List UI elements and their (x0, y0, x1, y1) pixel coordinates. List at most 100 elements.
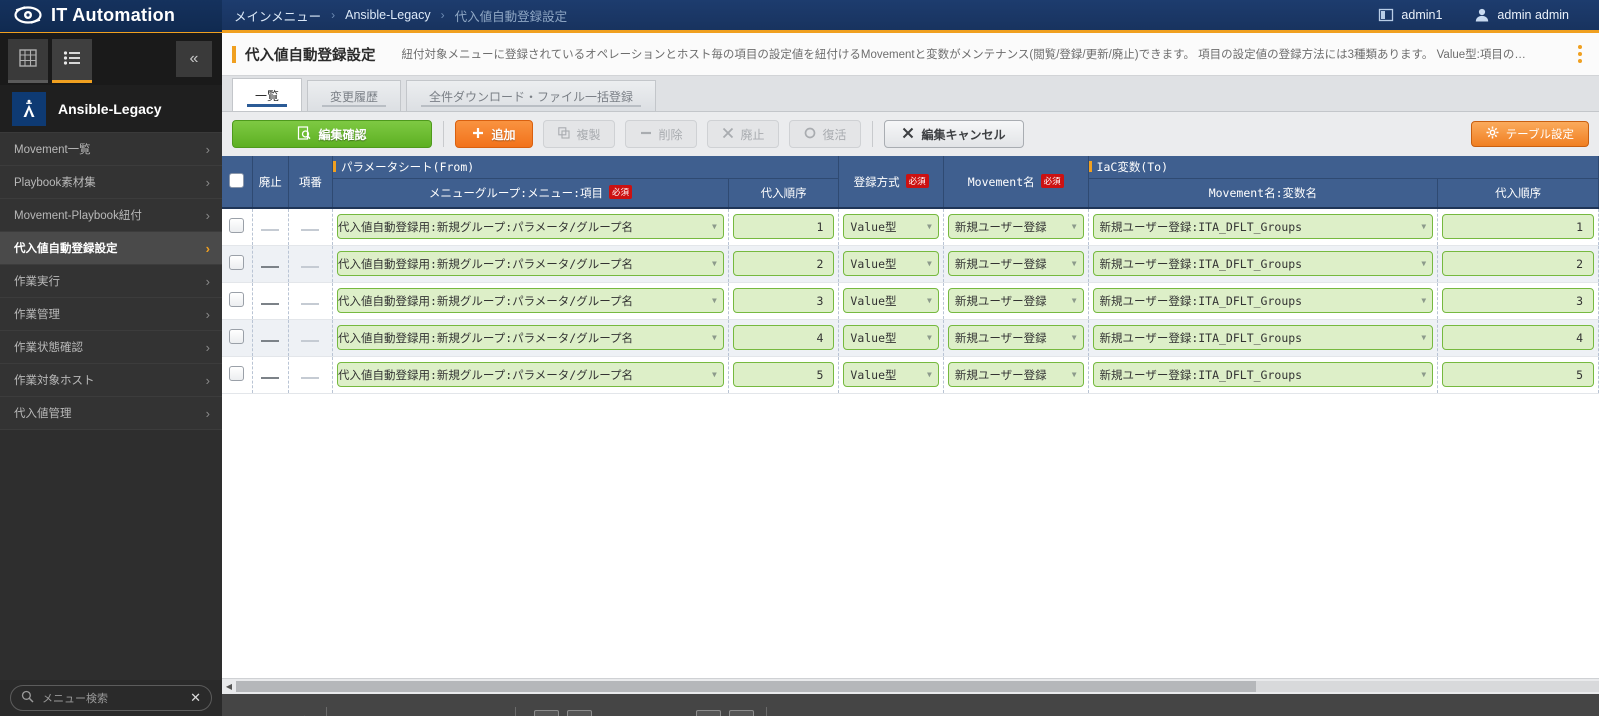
discard-button[interactable]: 廃止 (707, 120, 779, 148)
table-row[interactable]: 代入値自動登録用:新規グループ:パラメータ/グループ名 ▼ 1 Value型 ▼ (222, 208, 1599, 245)
row-registration-method-cell[interactable]: Value型 ▼ (839, 282, 943, 319)
row-movement-name-cell[interactable]: 新規ユーザー登録 ▼ (943, 245, 1088, 282)
row-assign-order-from-cell[interactable]: 5 (728, 356, 839, 393)
row-checkbox[interactable] (229, 292, 244, 307)
row-movement-variable-cell[interactable]: 新規ユーザー登録:ITA_DFLT_Groups ▼ (1088, 356, 1438, 393)
table-settings-button[interactable]: テーブル設定 (1471, 121, 1589, 147)
registration-method-select[interactable]: Value型 ▼ (843, 288, 938, 313)
assign-order-to-input[interactable]: 3 (1442, 288, 1594, 313)
row-checkbox[interactable] (229, 329, 244, 344)
add-button[interactable]: 追加 (455, 120, 533, 148)
row-assign-order-to-cell[interactable]: 1 (1438, 208, 1599, 245)
row-assign-order-from-cell[interactable]: 3 (728, 282, 839, 319)
row-assign-order-to-cell[interactable]: 4 (1438, 319, 1599, 356)
close-icon[interactable]: ✕ (190, 690, 201, 706)
movement-variable-select[interactable]: 新規ユーザー登録:ITA_DFLT_Groups ▼ (1093, 214, 1434, 239)
menu-item-select[interactable]: 代入値自動登録用:新規グループ:パラメータ/グループ名 ▼ (337, 214, 724, 239)
page-first-icon[interactable]: ⏮ (534, 710, 559, 716)
registration-method-select[interactable]: Value型 ▼ (843, 325, 938, 350)
table-row[interactable]: 代入値自動登録用:新規グループ:パラメータ/グループ名 ▼ 3 Value型 ▼ (222, 282, 1599, 319)
movement-variable-select[interactable]: 新規ユーザー登録:ITA_DFLT_Groups ▼ (1093, 362, 1434, 387)
row-movement-variable-cell[interactable]: 新規ユーザー登録:ITA_DFLT_Groups ▼ (1088, 245, 1438, 282)
sidebar-item-substitution-auto-register[interactable]: 代入値自動登録設定 › (0, 232, 222, 265)
row-movement-variable-cell[interactable]: 新規ユーザー登録:ITA_DFLT_Groups ▼ (1088, 208, 1438, 245)
workspace-menu[interactable]: admin1 (1362, 0, 1458, 32)
row-assign-order-to-cell[interactable]: 2 (1438, 245, 1599, 282)
registration-method-select[interactable]: Value型 ▼ (843, 251, 938, 276)
sidebar-tab-list-view[interactable] (52, 39, 92, 83)
brand-area[interactable]: IT Automation (0, 0, 222, 32)
sidebar-item-substitution-management[interactable]: 代入値管理 › (0, 397, 222, 430)
assign-order-to-input[interactable]: 2 (1442, 251, 1594, 276)
row-checkbox-cell[interactable] (222, 208, 252, 245)
row-checkbox[interactable] (229, 366, 244, 381)
assign-order-from-input[interactable]: 2 (733, 251, 835, 276)
movement-name-select[interactable]: 新規ユーザー登録 ▼ (948, 214, 1084, 239)
row-checkbox-cell[interactable] (222, 245, 252, 282)
row-checkbox[interactable] (229, 255, 244, 270)
movement-variable-select[interactable]: 新規ユーザー登録:ITA_DFLT_Groups ▼ (1093, 325, 1434, 350)
sidebar-item-job-execution[interactable]: 作業実行 › (0, 265, 222, 298)
movement-name-select[interactable]: 新規ユーザー登録 ▼ (948, 251, 1084, 276)
sidebar-tab-grid-view[interactable] (8, 39, 48, 83)
assign-order-to-input[interactable]: 1 (1442, 214, 1594, 239)
row-menu-item-cell[interactable]: 代入値自動登録用:新規グループ:パラメータ/グループ名 ▼ (333, 208, 729, 245)
assign-order-from-input[interactable]: 4 (733, 325, 835, 350)
header-select-all[interactable] (222, 156, 252, 208)
tab-list[interactable]: 一覧 (232, 78, 302, 111)
movement-name-select[interactable]: 新規ユーザー登録 ▼ (948, 288, 1084, 313)
assign-order-to-input[interactable]: 5 (1442, 362, 1594, 387)
duplicate-button[interactable]: 複製 (543, 120, 615, 148)
scrollbar-thumb[interactable] (236, 681, 1256, 692)
edit-confirm-button[interactable]: 編集確認 (232, 120, 432, 148)
scroll-left-arrow-icon[interactable]: ◀ (222, 680, 236, 694)
movement-name-select[interactable]: 新規ユーザー登録 ▼ (948, 325, 1084, 350)
menu-item-select[interactable]: 代入値自動登録用:新規グループ:パラメータ/グループ名 ▼ (337, 288, 724, 313)
assign-order-from-input[interactable]: 3 (733, 288, 835, 313)
row-assign-order-from-cell[interactable]: 1 (728, 208, 839, 245)
table-row[interactable]: 代入値自動登録用:新規グループ:パラメータ/グループ名 ▼ 4 Value型 ▼ (222, 319, 1599, 356)
registration-method-select[interactable]: Value型 ▼ (843, 362, 938, 387)
sidebar-item-movement-playbook-link[interactable]: Movement-Playbook紐付 › (0, 199, 222, 232)
sidebar-item-movement-list[interactable]: Movement一覧 › (0, 133, 222, 166)
row-checkbox-cell[interactable] (222, 319, 252, 356)
movement-name-select[interactable]: 新規ユーザー登録 ▼ (948, 362, 1084, 387)
row-menu-item-cell[interactable]: 代入値自動登録用:新規グループ:パラメータ/グループ名 ▼ (333, 319, 729, 356)
row-movement-name-cell[interactable]: 新規ユーザー登録 ▼ (943, 319, 1088, 356)
assign-order-to-input[interactable]: 4 (1442, 325, 1594, 350)
cancel-edit-button[interactable]: 編集キャンセル (884, 120, 1024, 148)
row-assign-order-from-cell[interactable]: 4 (728, 319, 839, 356)
horizontal-scrollbar[interactable]: ◀ (222, 678, 1599, 694)
restore-button[interactable]: 復活 (789, 120, 861, 148)
row-movement-variable-cell[interactable]: 新規ユーザー登録:ITA_DFLT_Groups ▼ (1088, 282, 1438, 319)
row-checkbox-cell[interactable] (222, 282, 252, 319)
row-movement-name-cell[interactable]: 新規ユーザー登録 ▼ (943, 282, 1088, 319)
row-assign-order-to-cell[interactable]: 5 (1438, 356, 1599, 393)
menu-item-select[interactable]: 代入値自動登録用:新規グループ:パラメータ/グループ名 ▼ (337, 251, 724, 276)
row-checkbox[interactable] (229, 218, 244, 233)
sidebar-item-job-status[interactable]: 作業状態確認 › (0, 331, 222, 364)
page-prev-icon[interactable]: ◀ (567, 710, 592, 716)
row-menu-item-cell[interactable]: 代入値自動登録用:新規グループ:パラメータ/グループ名 ▼ (333, 356, 729, 393)
menu-search-box[interactable]: メニュー検索 ✕ (10, 685, 212, 711)
sidebar-project-header[interactable]: Ansible-Legacy (0, 85, 222, 133)
breadcrumb-item-ansible-legacy[interactable]: Ansible-Legacy (345, 8, 430, 22)
scrollbar-track[interactable] (236, 681, 1599, 692)
table-row[interactable]: 代入値自動登録用:新規グループ:パラメータ/グループ名 ▼ 5 Value型 ▼ (222, 356, 1599, 393)
row-registration-method-cell[interactable]: Value型 ▼ (839, 208, 943, 245)
breadcrumb-item-main-menu[interactable]: メインメニュー (234, 6, 321, 25)
row-menu-item-cell[interactable]: 代入値自動登録用:新規グループ:パラメータ/グループ名 ▼ (333, 245, 729, 282)
movement-variable-select[interactable]: 新規ユーザー登録:ITA_DFLT_Groups ▼ (1093, 251, 1434, 276)
row-movement-name-cell[interactable]: 新規ユーザー登録 ▼ (943, 356, 1088, 393)
menu-item-select[interactable]: 代入値自動登録用:新規グループ:パラメータ/グループ名 ▼ (337, 325, 724, 350)
select-all-checkbox[interactable] (229, 173, 244, 188)
row-movement-name-cell[interactable]: 新規ユーザー登録 ▼ (943, 208, 1088, 245)
registration-method-select[interactable]: Value型 ▼ (843, 214, 938, 239)
row-menu-item-cell[interactable]: 代入値自動登録用:新規グループ:パラメータ/グループ名 ▼ (333, 282, 729, 319)
row-checkbox-cell[interactable] (222, 356, 252, 393)
tab-bulk-download-upload[interactable]: 全件ダウンロード・ファイル一括登録 (406, 80, 656, 111)
page-last-icon[interactable]: ⏭ (729, 710, 754, 716)
row-movement-variable-cell[interactable]: 新規ユーザー登録:ITA_DFLT_Groups ▼ (1088, 319, 1438, 356)
sidebar-item-job-management[interactable]: 作業管理 › (0, 298, 222, 331)
assign-order-from-input[interactable]: 1 (733, 214, 835, 239)
